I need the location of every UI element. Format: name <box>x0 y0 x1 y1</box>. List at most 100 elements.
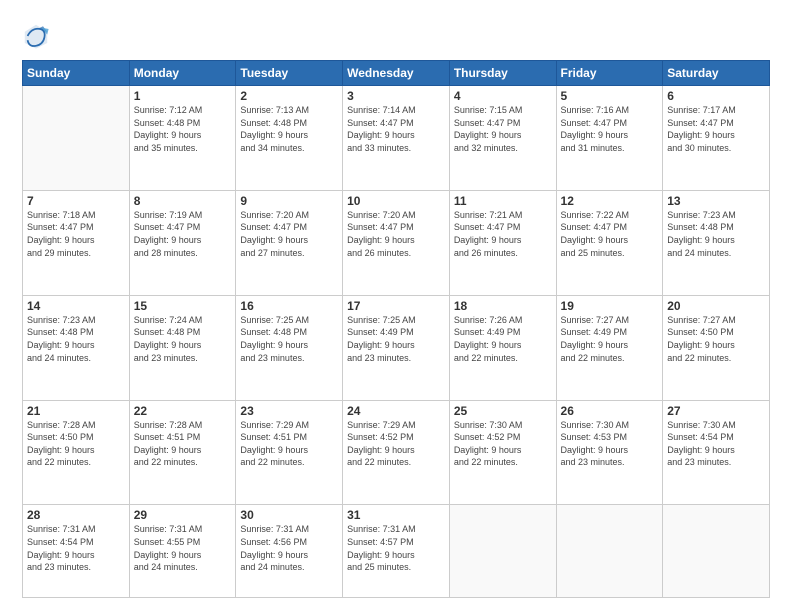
day-number: 3 <box>347 89 445 103</box>
calendar-cell: 24Sunrise: 7:29 AM Sunset: 4:52 PM Dayli… <box>343 400 450 505</box>
calendar-cell: 8Sunrise: 7:19 AM Sunset: 4:47 PM Daylig… <box>129 190 236 295</box>
day-info: Sunrise: 7:31 AM Sunset: 4:55 PM Dayligh… <box>134 523 232 573</box>
weekday-header-saturday: Saturday <box>663 61 770 86</box>
calendar-cell: 4Sunrise: 7:15 AM Sunset: 4:47 PM Daylig… <box>449 86 556 191</box>
day-number: 23 <box>240 404 338 418</box>
day-info: Sunrise: 7:23 AM Sunset: 4:48 PM Dayligh… <box>27 314 125 364</box>
day-info: Sunrise: 7:25 AM Sunset: 4:48 PM Dayligh… <box>240 314 338 364</box>
day-number: 15 <box>134 299 232 313</box>
day-number: 20 <box>667 299 765 313</box>
calendar-cell: 7Sunrise: 7:18 AM Sunset: 4:47 PM Daylig… <box>23 190 130 295</box>
day-number: 18 <box>454 299 552 313</box>
calendar-cell: 23Sunrise: 7:29 AM Sunset: 4:51 PM Dayli… <box>236 400 343 505</box>
day-number: 8 <box>134 194 232 208</box>
day-info: Sunrise: 7:19 AM Sunset: 4:47 PM Dayligh… <box>134 209 232 259</box>
day-info: Sunrise: 7:25 AM Sunset: 4:49 PM Dayligh… <box>347 314 445 364</box>
day-number: 12 <box>561 194 659 208</box>
week-row-3: 14Sunrise: 7:23 AM Sunset: 4:48 PM Dayli… <box>23 295 770 400</box>
calendar-cell: 31Sunrise: 7:31 AM Sunset: 4:57 PM Dayli… <box>343 505 450 598</box>
day-number: 19 <box>561 299 659 313</box>
day-info: Sunrise: 7:29 AM Sunset: 4:52 PM Dayligh… <box>347 419 445 469</box>
day-info: Sunrise: 7:16 AM Sunset: 4:47 PM Dayligh… <box>561 104 659 154</box>
day-number: 1 <box>134 89 232 103</box>
calendar-cell: 2Sunrise: 7:13 AM Sunset: 4:48 PM Daylig… <box>236 86 343 191</box>
day-info: Sunrise: 7:30 AM Sunset: 4:53 PM Dayligh… <box>561 419 659 469</box>
day-number: 17 <box>347 299 445 313</box>
day-info: Sunrise: 7:31 AM Sunset: 4:56 PM Dayligh… <box>240 523 338 573</box>
day-number: 25 <box>454 404 552 418</box>
day-number: 6 <box>667 89 765 103</box>
logo-icon <box>22 22 50 50</box>
day-info: Sunrise: 7:21 AM Sunset: 4:47 PM Dayligh… <box>454 209 552 259</box>
calendar-cell: 1Sunrise: 7:12 AM Sunset: 4:48 PM Daylig… <box>129 86 236 191</box>
day-number: 31 <box>347 508 445 522</box>
calendar-cell: 30Sunrise: 7:31 AM Sunset: 4:56 PM Dayli… <box>236 505 343 598</box>
day-info: Sunrise: 7:30 AM Sunset: 4:52 PM Dayligh… <box>454 419 552 469</box>
day-number: 28 <box>27 508 125 522</box>
day-info: Sunrise: 7:20 AM Sunset: 4:47 PM Dayligh… <box>240 209 338 259</box>
day-number: 13 <box>667 194 765 208</box>
day-info: Sunrise: 7:26 AM Sunset: 4:49 PM Dayligh… <box>454 314 552 364</box>
day-info: Sunrise: 7:30 AM Sunset: 4:54 PM Dayligh… <box>667 419 765 469</box>
day-number: 14 <box>27 299 125 313</box>
calendar-cell: 18Sunrise: 7:26 AM Sunset: 4:49 PM Dayli… <box>449 295 556 400</box>
calendar-cell <box>449 505 556 598</box>
weekday-header-row: SundayMondayTuesdayWednesdayThursdayFrid… <box>23 61 770 86</box>
week-row-5: 28Sunrise: 7:31 AM Sunset: 4:54 PM Dayli… <box>23 505 770 598</box>
weekday-header-sunday: Sunday <box>23 61 130 86</box>
weekday-header-wednesday: Wednesday <box>343 61 450 86</box>
day-info: Sunrise: 7:27 AM Sunset: 4:49 PM Dayligh… <box>561 314 659 364</box>
day-info: Sunrise: 7:14 AM Sunset: 4:47 PM Dayligh… <box>347 104 445 154</box>
day-info: Sunrise: 7:31 AM Sunset: 4:57 PM Dayligh… <box>347 523 445 573</box>
calendar-cell: 11Sunrise: 7:21 AM Sunset: 4:47 PM Dayli… <box>449 190 556 295</box>
day-info: Sunrise: 7:13 AM Sunset: 4:48 PM Dayligh… <box>240 104 338 154</box>
logo <box>22 22 52 50</box>
day-info: Sunrise: 7:22 AM Sunset: 4:47 PM Dayligh… <box>561 209 659 259</box>
calendar-cell: 15Sunrise: 7:24 AM Sunset: 4:48 PM Dayli… <box>129 295 236 400</box>
calendar-cell: 25Sunrise: 7:30 AM Sunset: 4:52 PM Dayli… <box>449 400 556 505</box>
calendar-cell <box>663 505 770 598</box>
calendar-cell: 9Sunrise: 7:20 AM Sunset: 4:47 PM Daylig… <box>236 190 343 295</box>
calendar-cell: 29Sunrise: 7:31 AM Sunset: 4:55 PM Dayli… <box>129 505 236 598</box>
week-row-4: 21Sunrise: 7:28 AM Sunset: 4:50 PM Dayli… <box>23 400 770 505</box>
calendar-cell: 6Sunrise: 7:17 AM Sunset: 4:47 PM Daylig… <box>663 86 770 191</box>
day-info: Sunrise: 7:23 AM Sunset: 4:48 PM Dayligh… <box>667 209 765 259</box>
day-number: 2 <box>240 89 338 103</box>
day-info: Sunrise: 7:28 AM Sunset: 4:51 PM Dayligh… <box>134 419 232 469</box>
day-number: 4 <box>454 89 552 103</box>
day-info: Sunrise: 7:31 AM Sunset: 4:54 PM Dayligh… <box>27 523 125 573</box>
calendar-cell <box>23 86 130 191</box>
calendar-cell <box>556 505 663 598</box>
page: SundayMondayTuesdayWednesdayThursdayFrid… <box>0 0 792 612</box>
day-info: Sunrise: 7:18 AM Sunset: 4:47 PM Dayligh… <box>27 209 125 259</box>
day-info: Sunrise: 7:12 AM Sunset: 4:48 PM Dayligh… <box>134 104 232 154</box>
calendar-cell: 14Sunrise: 7:23 AM Sunset: 4:48 PM Dayli… <box>23 295 130 400</box>
calendar-cell: 12Sunrise: 7:22 AM Sunset: 4:47 PM Dayli… <box>556 190 663 295</box>
day-number: 26 <box>561 404 659 418</box>
calendar-cell: 5Sunrise: 7:16 AM Sunset: 4:47 PM Daylig… <box>556 86 663 191</box>
calendar-cell: 28Sunrise: 7:31 AM Sunset: 4:54 PM Dayli… <box>23 505 130 598</box>
calendar-cell: 26Sunrise: 7:30 AM Sunset: 4:53 PM Dayli… <box>556 400 663 505</box>
calendar-cell: 19Sunrise: 7:27 AM Sunset: 4:49 PM Dayli… <box>556 295 663 400</box>
day-number: 30 <box>240 508 338 522</box>
week-row-1: 1Sunrise: 7:12 AM Sunset: 4:48 PM Daylig… <box>23 86 770 191</box>
day-info: Sunrise: 7:24 AM Sunset: 4:48 PM Dayligh… <box>134 314 232 364</box>
day-number: 24 <box>347 404 445 418</box>
week-row-2: 7Sunrise: 7:18 AM Sunset: 4:47 PM Daylig… <box>23 190 770 295</box>
day-info: Sunrise: 7:28 AM Sunset: 4:50 PM Dayligh… <box>27 419 125 469</box>
weekday-header-thursday: Thursday <box>449 61 556 86</box>
day-number: 22 <box>134 404 232 418</box>
weekday-header-monday: Monday <box>129 61 236 86</box>
day-info: Sunrise: 7:27 AM Sunset: 4:50 PM Dayligh… <box>667 314 765 364</box>
day-number: 29 <box>134 508 232 522</box>
weekday-header-tuesday: Tuesday <box>236 61 343 86</box>
calendar-table: SundayMondayTuesdayWednesdayThursdayFrid… <box>22 60 770 598</box>
calendar-cell: 22Sunrise: 7:28 AM Sunset: 4:51 PM Dayli… <box>129 400 236 505</box>
day-number: 21 <box>27 404 125 418</box>
calendar-cell: 13Sunrise: 7:23 AM Sunset: 4:48 PM Dayli… <box>663 190 770 295</box>
day-number: 7 <box>27 194 125 208</box>
day-info: Sunrise: 7:29 AM Sunset: 4:51 PM Dayligh… <box>240 419 338 469</box>
day-number: 11 <box>454 194 552 208</box>
day-number: 9 <box>240 194 338 208</box>
header <box>22 18 770 50</box>
